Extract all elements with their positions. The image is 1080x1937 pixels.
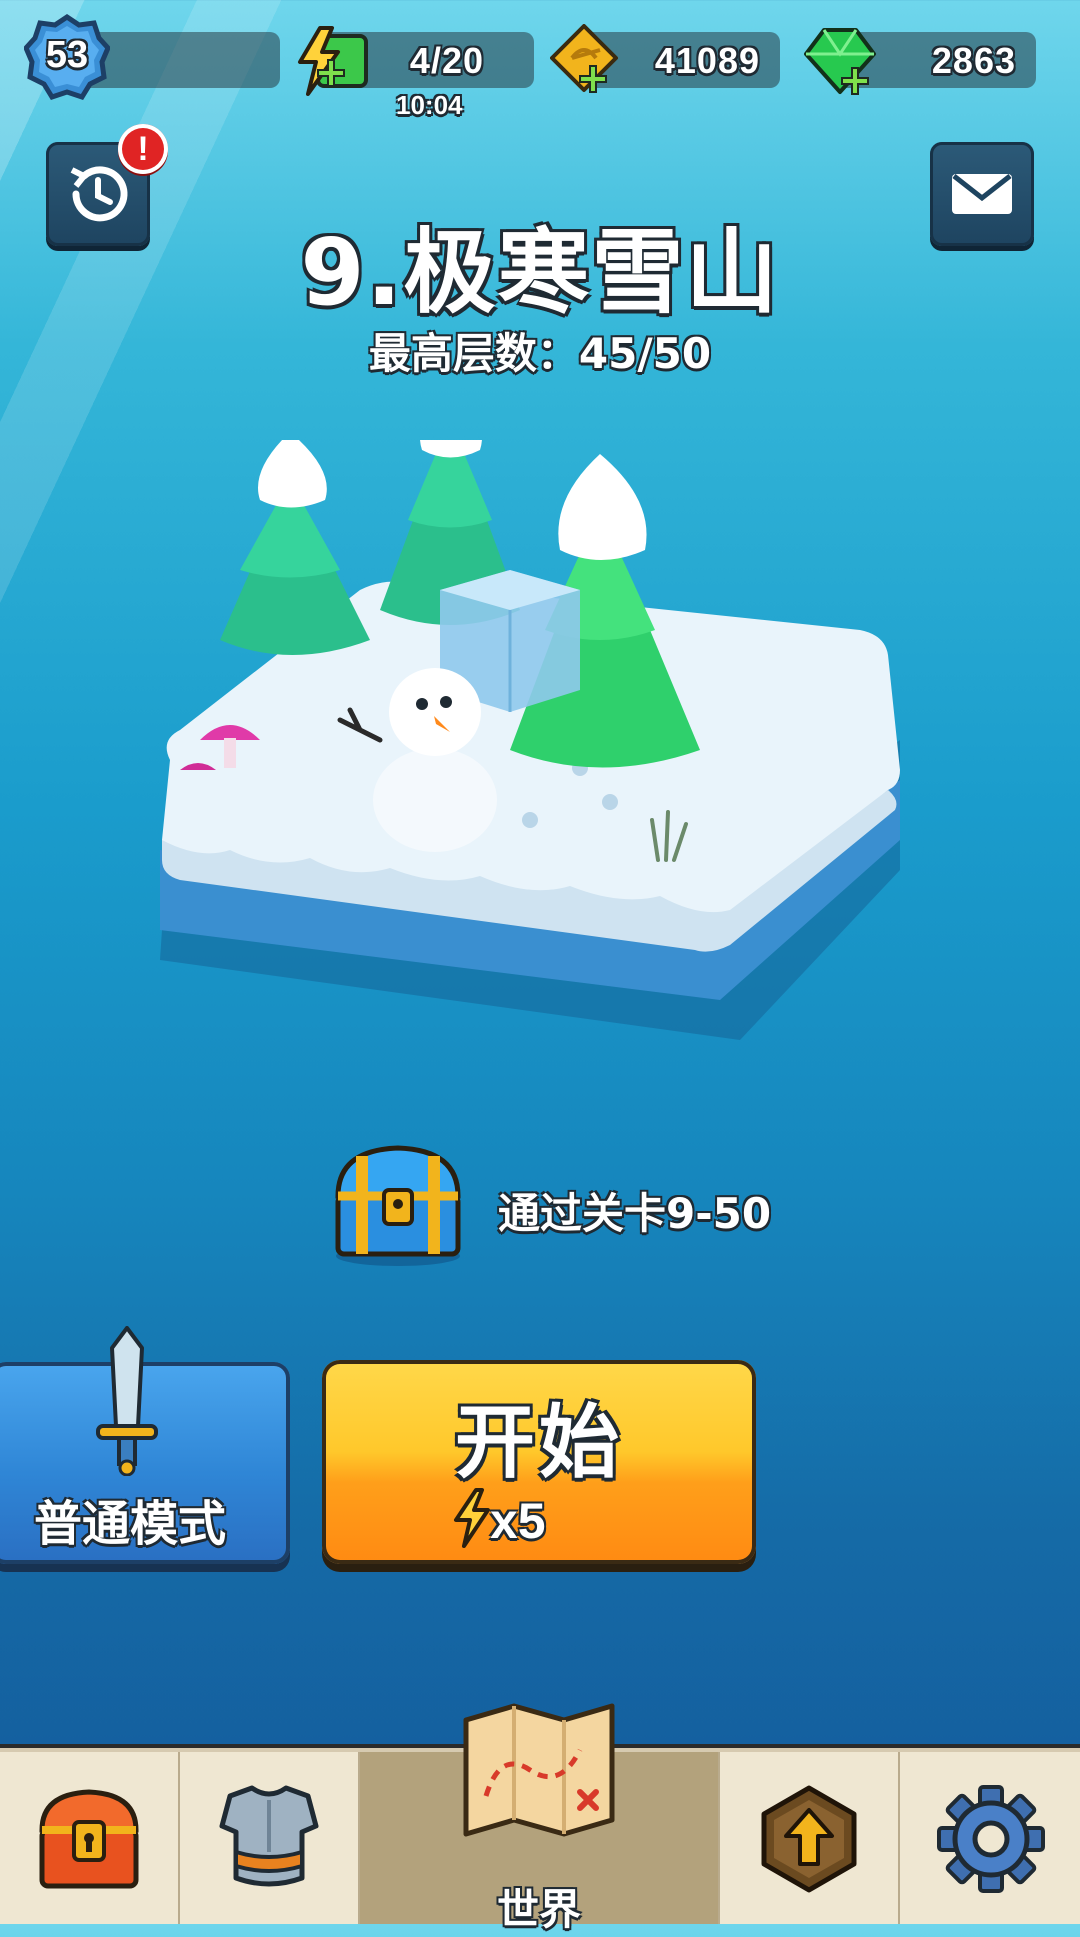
normal-mode-label: 普通模式 bbox=[34, 1496, 227, 1552]
treasure-chest-icon bbox=[335, 1145, 461, 1266]
gems-value: 2863 bbox=[931, 40, 1016, 81]
sword-icon bbox=[96, 1326, 158, 1476]
nav-equipment[interactable] bbox=[180, 1752, 361, 1924]
energy-bolt-icon bbox=[454, 1488, 490, 1548]
energy-timer: 10:04 bbox=[396, 90, 463, 120]
nav-upgrade[interactable] bbox=[720, 1752, 901, 1924]
stage-title: 9.极寒雪山 bbox=[300, 219, 780, 326]
world-map-icon bbox=[463, 1703, 615, 1837]
player-level-badge[interactable]: 53 bbox=[24, 14, 110, 100]
stage-reward[interactable]: 通过关卡9-50 bbox=[328, 1138, 798, 1278]
energy-plus-icon[interactable] bbox=[292, 26, 374, 98]
start-label: 开始 bbox=[455, 1396, 623, 1489]
nav-chest[interactable] bbox=[0, 1752, 181, 1924]
nav-settings[interactable] bbox=[900, 1752, 1080, 1924]
normal-mode-button[interactable]: 普通模式 bbox=[0, 1326, 290, 1564]
best-floor-text: 最高层数：45/50 bbox=[368, 329, 712, 378]
armor-icon bbox=[219, 1785, 319, 1887]
player-level-value: 53 bbox=[45, 34, 89, 76]
gear-icon bbox=[937, 1785, 1045, 1893]
bottom-nav: 世界 bbox=[0, 1703, 1080, 1934]
upgrade-icon bbox=[761, 1785, 857, 1893]
reward-condition-text: 通过关卡9-50 bbox=[498, 1189, 772, 1238]
energy-value: 4/20 bbox=[409, 40, 484, 81]
notification-badge: ! bbox=[118, 124, 168, 174]
nav-world[interactable]: 世界 bbox=[360, 1703, 721, 1934]
gold-plus-icon[interactable] bbox=[550, 24, 622, 98]
snow-island-illustration[interactable] bbox=[140, 440, 920, 1060]
start-energy-cost: x5 bbox=[490, 1493, 546, 1549]
nav-world-label: 世界 bbox=[496, 1885, 581, 1934]
gem-plus-icon[interactable] bbox=[804, 24, 880, 100]
top-bar: 53 4/20 10:04 41089 2863 bbox=[0, 0, 1080, 130]
chest-icon bbox=[39, 1789, 139, 1889]
start-button[interactable]: 开始 x5 bbox=[322, 1360, 756, 1564]
pine-tree-left bbox=[220, 440, 370, 655]
gold-value: 41089 bbox=[654, 40, 760, 81]
